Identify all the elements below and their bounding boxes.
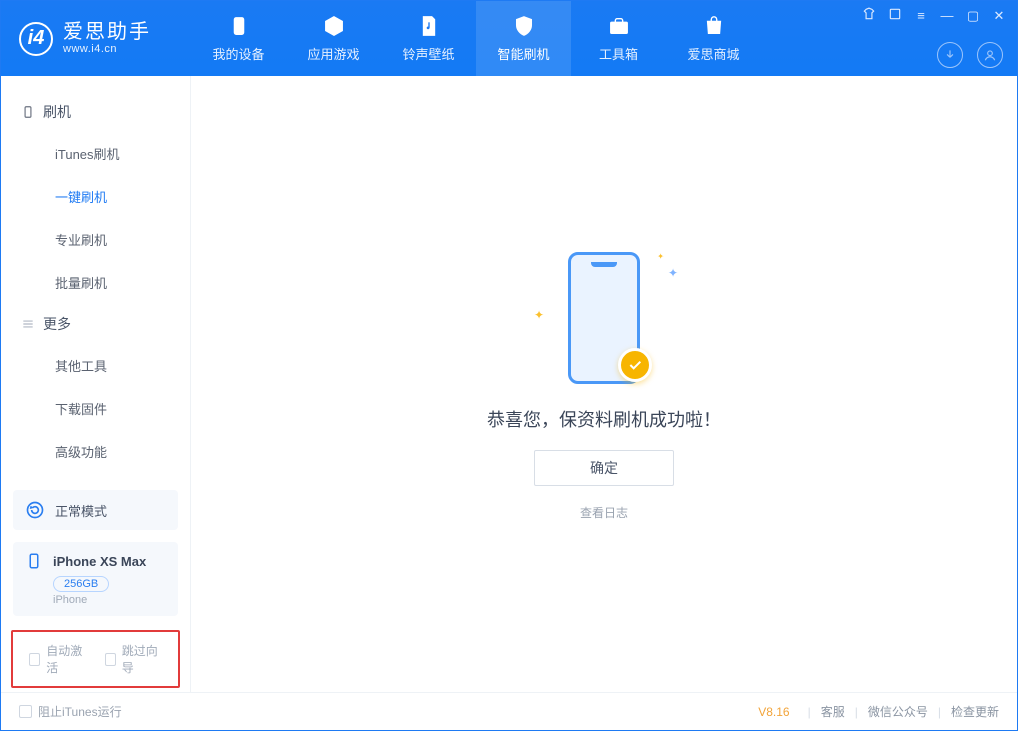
shopping-bag-icon <box>702 14 726 38</box>
tab-my-device[interactable]: 我的设备 <box>191 1 286 76</box>
ok-button[interactable]: 确定 <box>534 450 674 486</box>
tab-label: 应用游戏 <box>307 44 359 63</box>
toolbox-icon <box>607 14 631 38</box>
header-bar: i4 爱思助手 www.i4.cn 我的设备 应用游戏 铃声壁纸 智能刷机 工具… <box>1 1 1017 76</box>
app-title: 爱思助手 <box>63 21 151 43</box>
tab-smart-flash[interactable]: 智能刷机 <box>476 1 571 76</box>
checkbox-label: 阻止iTunes运行 <box>38 703 122 720</box>
tab-label: 我的设备 <box>212 44 264 63</box>
success-illustration: ✦ ✦ ✦ <box>554 248 654 388</box>
download-button[interactable] <box>937 42 963 68</box>
checkbox-box <box>29 653 40 666</box>
sidebar: 刷机 iTunes刷机 一键刷机 专业刷机 批量刷机 更多 其他工具 下载固件 … <box>1 76 191 692</box>
checkbox-label: 自动激活 <box>46 642 86 676</box>
refresh-icon <box>25 500 45 520</box>
view-log-link[interactable]: 查看日志 <box>580 504 628 521</box>
sidebar-item-itunes-flash[interactable]: iTunes刷机 <box>1 132 190 175</box>
sidebar-item-oneclick-flash[interactable]: 一键刷机 <box>1 175 190 218</box>
tab-i4-store[interactable]: 爱思商城 <box>666 1 761 76</box>
sidebar-item-batch-flash[interactable]: 批量刷机 <box>1 261 190 304</box>
footer-link-check-update[interactable]: 检查更新 <box>951 703 999 720</box>
device-name: iPhone XS Max <box>53 554 146 569</box>
checkbox-block-itunes[interactable]: 阻止iTunes运行 <box>19 703 122 720</box>
mode-label: 正常模式 <box>55 501 107 520</box>
sidebar-item-other-tools[interactable]: 其他工具 <box>1 344 190 387</box>
minimize-icon[interactable]: — <box>939 8 955 23</box>
footer-link-support[interactable]: 客服 <box>821 703 845 720</box>
sidebar-item-advanced[interactable]: 高级功能 <box>1 430 190 473</box>
tab-toolbox[interactable]: 工具箱 <box>571 1 666 76</box>
sidebar-section-more: 更多 <box>1 304 190 344</box>
phone-outline-icon <box>21 105 35 119</box>
device-icon <box>227 14 251 38</box>
feedback-icon[interactable] <box>887 7 903 24</box>
device-card[interactable]: iPhone XS Max 256GB iPhone <box>13 542 178 616</box>
sidebar-item-pro-flash[interactable]: 专业刷机 <box>1 218 190 261</box>
header-user-buttons <box>937 42 1003 68</box>
music-file-icon <box>417 14 441 38</box>
tab-ringtones-wallpapers[interactable]: 铃声壁纸 <box>381 1 476 76</box>
user-account-button[interactable] <box>977 42 1003 68</box>
close-icon[interactable]: ✕ <box>991 8 1007 24</box>
checkbox-box <box>19 705 32 718</box>
checkbox-box <box>105 653 116 666</box>
device-capacity-badge: 256GB <box>53 576 109 592</box>
top-nav: 我的设备 应用游戏 铃声壁纸 智能刷机 工具箱 爱思商城 <box>191 1 761 76</box>
list-icon <box>21 317 35 331</box>
success-message: 恭喜您，保资料刷机成功啦！ <box>487 406 721 432</box>
tab-label: 爱思商城 <box>687 44 739 63</box>
tab-label: 工具箱 <box>599 44 638 63</box>
sidebar-section-flash: 刷机 <box>1 92 190 132</box>
version-text: V8.16 <box>758 705 789 719</box>
main-content: ✦ ✦ ✦ 恭喜您，保资料刷机成功啦！ 确定 查看日志 <box>191 76 1017 692</box>
window-controls: ≡ — ▢ ✕ <box>861 7 1007 24</box>
mode-card[interactable]: 正常模式 <box>13 490 178 530</box>
app-subtitle: www.i4.cn <box>63 43 151 55</box>
app-logo: i4 爱思助手 www.i4.cn <box>1 21 191 55</box>
tab-label: 铃声壁纸 <box>402 44 454 63</box>
section-title-text: 更多 <box>43 314 71 334</box>
phone-icon <box>25 552 43 570</box>
device-type: iPhone <box>53 594 166 606</box>
check-badge-icon <box>618 348 652 382</box>
checkbox-skip-guide[interactable]: 跳过向导 <box>105 642 163 676</box>
cube-icon <box>322 14 346 38</box>
logo-icon: i4 <box>19 22 53 56</box>
checkbox-label: 跳过向导 <box>122 642 162 676</box>
shield-refresh-icon <box>512 14 536 38</box>
checkbox-auto-activate[interactable]: 自动激活 <box>29 642 87 676</box>
skin-icon[interactable] <box>861 7 877 24</box>
maximize-icon[interactable]: ▢ <box>965 8 981 24</box>
sidebar-item-download-firmware[interactable]: 下载固件 <box>1 387 190 430</box>
tab-label: 智能刷机 <box>497 44 549 63</box>
footer-link-wechat[interactable]: 微信公众号 <box>868 703 928 720</box>
footer-bar: 阻止iTunes运行 V8.16 | 客服 | 微信公众号 | 检查更新 <box>1 692 1017 730</box>
menu-icon[interactable]: ≡ <box>913 8 929 23</box>
section-title-text: 刷机 <box>43 102 71 122</box>
highlighted-option-row: 自动激活 跳过向导 <box>11 630 180 688</box>
tab-apps-games[interactable]: 应用游戏 <box>286 1 381 76</box>
